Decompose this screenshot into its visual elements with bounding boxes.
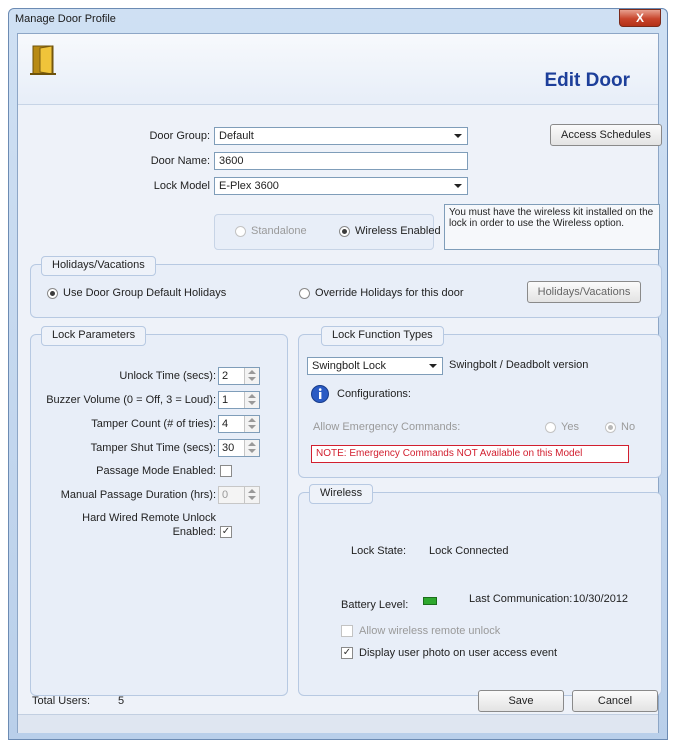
tamper-shut-time-spinner[interactable]: 30	[218, 439, 260, 457]
status-strip	[18, 714, 658, 733]
emergency-no-radio[interactable]	[605, 422, 616, 433]
total-users-value: 5	[118, 695, 125, 707]
unlock-time-spinner[interactable]: 2	[218, 367, 260, 385]
spin-arrows-icon[interactable]	[244, 368, 259, 384]
chevron-down-icon	[454, 134, 462, 138]
display-photo-label: Display user photo on user access event	[359, 647, 558, 659]
lock-state-label: Lock State:	[351, 545, 407, 557]
close-button[interactable]: X	[619, 9, 661, 27]
tamper-shut-time-label: Tamper Shut Time (secs):	[90, 442, 216, 454]
emergency-no-label: No	[621, 421, 636, 433]
save-button[interactable]: Save	[478, 690, 564, 712]
door-group-combo[interactable]: Default	[214, 127, 468, 145]
lock-parameters-title: Lock Parameters	[41, 326, 147, 346]
tamper-shut-time-value: 30	[222, 442, 235, 454]
display-photo-checkbox[interactable]: ✓	[341, 647, 353, 659]
manual-passage-label: Manual Passage Duration (hrs):	[60, 489, 216, 501]
access-schedules-button[interactable]: Access Schedules	[550, 124, 662, 146]
tamper-count-label: Tamper Count (# of tries):	[91, 418, 216, 430]
lock-model-combo[interactable]: E-Plex 3600	[214, 177, 468, 195]
lock-type-value: Swingbolt Lock	[312, 360, 386, 372]
tamper-count-spinner[interactable]: 4	[218, 415, 260, 433]
passage-mode-label: Passage Mode Enabled:	[96, 465, 216, 477]
manage-door-profile-window: Manage Door Profile X Edit Door Door Gro…	[8, 8, 668, 740]
spin-arrows-icon[interactable]	[244, 440, 259, 456]
wireless-title: Wireless	[309, 484, 374, 504]
hard-wired-label-line2: Enabled:	[172, 526, 216, 538]
use-default-holidays-radio[interactable]	[47, 288, 58, 299]
lock-type-combo[interactable]: Swingbolt Lock	[307, 357, 443, 375]
tamper-count-value: 4	[222, 418, 229, 430]
wireless-group: Wireless Lock State: Lock Connected Batt…	[298, 484, 662, 696]
page-title: Edit Door	[544, 70, 631, 91]
lock-function-group: Lock Function Types Swingbolt Lock Swing…	[298, 326, 662, 478]
door-group-value: Default	[219, 130, 254, 142]
passage-mode-checkbox[interactable]	[220, 465, 232, 477]
emergency-commands-label: Allow Emergency Commands:	[313, 421, 461, 433]
wireless-enabled-radio[interactable]	[339, 226, 350, 237]
mode-box: Standalone Wireless Enabled	[214, 214, 441, 250]
lock-state-value: Lock Connected	[429, 545, 509, 557]
battery-level-label: Battery Level:	[341, 599, 409, 611]
unlock-time-value: 2	[222, 370, 229, 382]
override-holidays-radio[interactable]	[299, 288, 310, 299]
emergency-yes-label: Yes	[561, 421, 579, 433]
door-group-label: Door Group:	[149, 130, 210, 142]
last-communication-label: Last Communication:	[469, 593, 573, 605]
emergency-yes-radio[interactable]	[545, 422, 556, 433]
last-communication-value: 10/30/2012	[573, 593, 629, 605]
configurations-label: Configurations:	[337, 388, 411, 400]
use-default-holidays-label: Use Door Group Default Holidays	[63, 287, 227, 299]
manual-passage-spinner[interactable]: 0	[218, 486, 260, 504]
emergency-note: NOTE: Emergency Commands NOT Available o…	[311, 445, 629, 463]
dialog-body: Edit Door Door Group: Default Door Name:…	[17, 33, 662, 733]
door-icon	[30, 45, 56, 75]
door-name-field[interactable]: 3600	[214, 152, 468, 170]
buzzer-volume-label: Buzzer Volume (0 = Off, 3 = Loud):	[46, 394, 216, 406]
manual-passage-value: 0	[222, 489, 229, 501]
battery-level-icon	[423, 597, 437, 605]
total-users-label: Total Users:	[32, 695, 91, 707]
window-title: Manage Door Profile	[15, 13, 116, 25]
lock-model-label: Lock Model	[153, 180, 210, 192]
wireless-kit-note: You must have the wireless kit installed…	[444, 204, 660, 250]
wireless-enabled-label: Wireless Enabled	[355, 225, 441, 237]
unlock-time-label: Unlock Time (secs):	[119, 370, 216, 382]
holidays-vacations-button[interactable]: Holidays/Vacations	[527, 281, 641, 303]
hard-wired-label-line1: Hard Wired Remote Unlock	[82, 512, 216, 524]
override-holidays-label: Override Holidays for this door	[315, 287, 464, 299]
allow-remote-unlock-checkbox[interactable]	[341, 625, 353, 637]
hard-wired-checkbox[interactable]: ✓	[220, 526, 232, 538]
standalone-radio[interactable]	[235, 226, 246, 237]
spin-arrows-icon[interactable]	[244, 392, 259, 408]
buzzer-volume-spinner[interactable]: 1	[218, 391, 260, 409]
holidays-group-title: Holidays/Vacations	[41, 256, 156, 276]
standalone-label: Standalone	[251, 225, 307, 237]
door-name-label: Door Name:	[150, 155, 210, 167]
chevron-down-icon	[454, 184, 462, 188]
buzzer-volume-value: 1	[222, 394, 229, 406]
header-band: Edit Door	[18, 34, 658, 105]
lock-type-description: Swingbolt / Deadbolt version	[449, 359, 589, 371]
info-icon	[311, 385, 329, 403]
title-bar: Manage Door Profile X	[9, 9, 667, 31]
lock-function-title: Lock Function Types	[321, 326, 444, 346]
spin-arrows-icon[interactable]	[244, 416, 259, 432]
chevron-down-icon	[429, 364, 437, 368]
lock-model-value: E-Plex 3600	[219, 180, 279, 192]
allow-remote-unlock-label: Allow wireless remote unlock	[359, 625, 501, 637]
holidays-group: Holidays/Vacations Use Door Group Defaul…	[30, 256, 662, 318]
spin-arrows-icon[interactable]	[244, 487, 259, 503]
cancel-button[interactable]: Cancel	[572, 690, 658, 712]
